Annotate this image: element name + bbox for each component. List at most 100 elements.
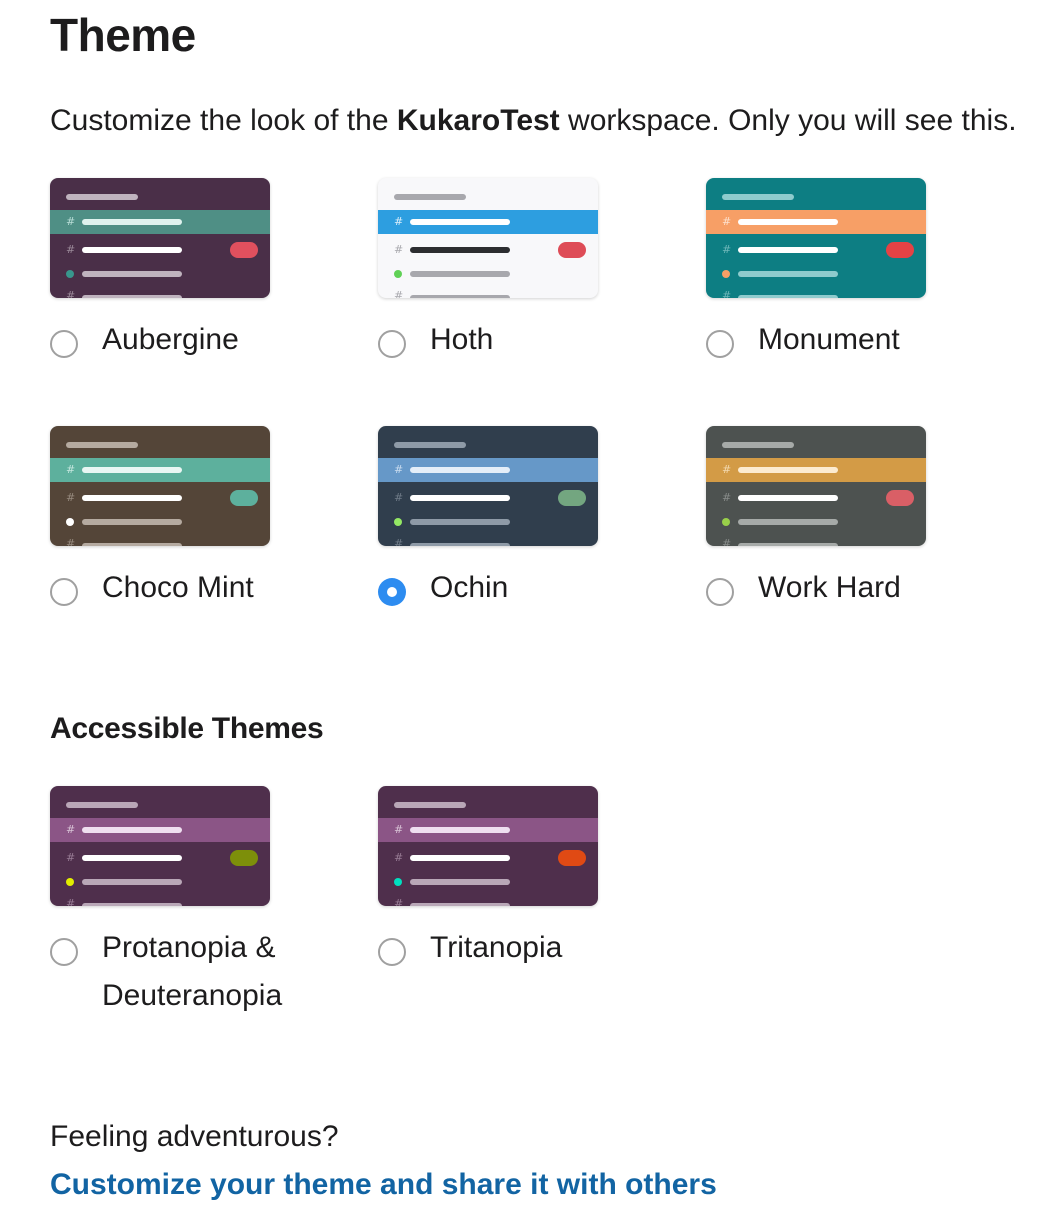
- preview-muted-bar: [82, 295, 182, 298]
- hash-icon: #: [66, 537, 76, 547]
- theme-radio-tritanopia[interactable]: [378, 938, 406, 966]
- hash-icon: #: [394, 243, 404, 256]
- customize-theme-link[interactable]: Customize your theme and share it with o…: [50, 1168, 717, 1202]
- preview-active-bar: [410, 467, 510, 473]
- hash-icon: #: [722, 243, 732, 256]
- preview-muted-bar: [82, 903, 182, 906]
- hash-icon: #: [722, 491, 732, 504]
- preview-muted-bar: [410, 295, 510, 298]
- preview-mention-badge: [886, 490, 914, 506]
- theme-name-line: Monument: [758, 323, 900, 356]
- theme-option-label[interactable]: Choco Mint: [50, 571, 254, 612]
- preview-presence-dot: [394, 270, 402, 278]
- preview-muted-bar: [82, 879, 182, 885]
- hash-icon: #: [394, 537, 404, 547]
- hash-icon: #: [722, 537, 732, 547]
- preview-header-bar: [722, 442, 794, 448]
- hash-icon: #: [722, 463, 732, 476]
- preview-muted-bar: [410, 879, 510, 885]
- theme-name-line: Choco Mint: [102, 571, 254, 604]
- preview-unread-bar: [738, 247, 838, 253]
- theme-preview[interactable]: # # #: [378, 426, 598, 546]
- feeling-adventurous-text: Feeling adventurous?: [50, 1120, 339, 1153]
- preview-presence-dot: [394, 878, 402, 886]
- theme-preview[interactable]: # # #: [50, 786, 270, 906]
- preview-header-bar: [66, 442, 138, 448]
- theme-option-choco-mint: # # # Choco Mint: [50, 426, 350, 606]
- theme-name: Aubergine: [102, 316, 239, 364]
- preview-presence-dot: [722, 518, 730, 526]
- theme-radio-choco-mint[interactable]: [50, 578, 78, 606]
- theme-option-label[interactable]: Hoth: [378, 323, 493, 364]
- preview-muted-bar: [410, 543, 510, 546]
- preview-mention-badge: [558, 490, 586, 506]
- hash-icon: #: [394, 491, 404, 504]
- theme-option-label[interactable]: Tritanopia: [378, 931, 562, 972]
- theme-option-label[interactable]: Aubergine: [50, 323, 239, 364]
- theme-preview[interactable]: # # #: [50, 426, 270, 546]
- theme-option-ochin: # # # Ochin: [378, 426, 678, 606]
- theme-option-label[interactable]: Ochin: [378, 571, 508, 612]
- theme-name: Tritanopia: [430, 924, 562, 972]
- theme-radio-ochin[interactable]: [378, 578, 406, 606]
- hash-icon: #: [722, 215, 732, 228]
- theme-option-tritanopia: # # # Tritanopia: [378, 786, 678, 966]
- preview-unread-bar: [410, 495, 510, 501]
- preview-active-bar: [82, 219, 182, 225]
- preview-mention-badge: [558, 242, 586, 258]
- preview-mention-badge: [230, 242, 258, 258]
- preview-muted-bar: [738, 543, 838, 546]
- theme-option-monument: # # # Monument: [706, 178, 1006, 358]
- preview-unread-bar: [410, 855, 510, 861]
- preview-muted-bar: [410, 271, 510, 277]
- preview-mention-badge: [230, 850, 258, 866]
- theme-name: Choco Mint: [102, 564, 254, 612]
- theme-preview[interactable]: # # #: [706, 178, 926, 298]
- page-title: Theme: [50, 9, 196, 61]
- theme-name: Work Hard: [758, 564, 901, 612]
- hash-icon: #: [66, 491, 76, 504]
- theme-preview[interactable]: # # #: [50, 178, 270, 298]
- theme-radio-hoth[interactable]: [378, 330, 406, 358]
- theme-preview[interactable]: # # #: [378, 786, 598, 906]
- workspace-name: KukaroTest: [396, 104, 560, 137]
- theme-radio-monument[interactable]: [706, 330, 734, 358]
- theme-name: Monument: [758, 316, 900, 364]
- theme-option-protanopia-deuteranopia: # # # Protanopia & Deuteranopia: [50, 786, 350, 1012]
- preview-presence-dot: [66, 878, 74, 886]
- theme-option-aubergine: # # # Aubergine: [50, 178, 350, 358]
- hash-icon: #: [394, 823, 404, 836]
- theme-description: Customize the look of the KukaroTest wor…: [50, 104, 1017, 138]
- theme-preview[interactable]: # # #: [706, 426, 926, 546]
- theme-radio-aubergine[interactable]: [50, 330, 78, 358]
- description-text-after: workspace. Only you will see this.: [559, 104, 1017, 137]
- preview-muted-bar: [410, 519, 510, 525]
- preview-active-bar: [82, 467, 182, 473]
- theme-option-label[interactable]: Work Hard: [706, 571, 901, 612]
- theme-radio-work-hard[interactable]: [706, 578, 734, 606]
- preview-header-bar: [394, 802, 466, 808]
- preview-presence-dot: [394, 518, 402, 526]
- preview-header-bar: [394, 194, 466, 200]
- preview-active-bar: [738, 467, 838, 473]
- preview-active-bar: [738, 219, 838, 225]
- preview-muted-bar: [82, 271, 182, 277]
- preview-unread-bar: [82, 495, 182, 501]
- hash-icon: #: [394, 463, 404, 476]
- theme-name: Protanopia & Deuteranopia: [102, 924, 282, 1020]
- hash-icon: #: [66, 851, 76, 864]
- theme-name-line: Protanopia &: [102, 931, 276, 964]
- theme-name: Hoth: [430, 316, 493, 364]
- theme-radio-protanopia-deuteranopia[interactable]: [50, 938, 78, 966]
- theme-name-line: Aubergine: [102, 323, 239, 356]
- preview-presence-dot: [66, 270, 74, 278]
- preview-muted-bar: [82, 519, 182, 525]
- theme-option-label[interactable]: Monument: [706, 323, 900, 364]
- theme-option-label[interactable]: Protanopia & Deuteranopia: [50, 931, 282, 1020]
- hash-icon: #: [66, 289, 76, 299]
- theme-preview[interactable]: # # #: [378, 178, 598, 298]
- hash-icon: #: [394, 897, 404, 907]
- hash-icon: #: [394, 851, 404, 864]
- preview-muted-bar: [738, 519, 838, 525]
- hash-icon: #: [66, 215, 76, 228]
